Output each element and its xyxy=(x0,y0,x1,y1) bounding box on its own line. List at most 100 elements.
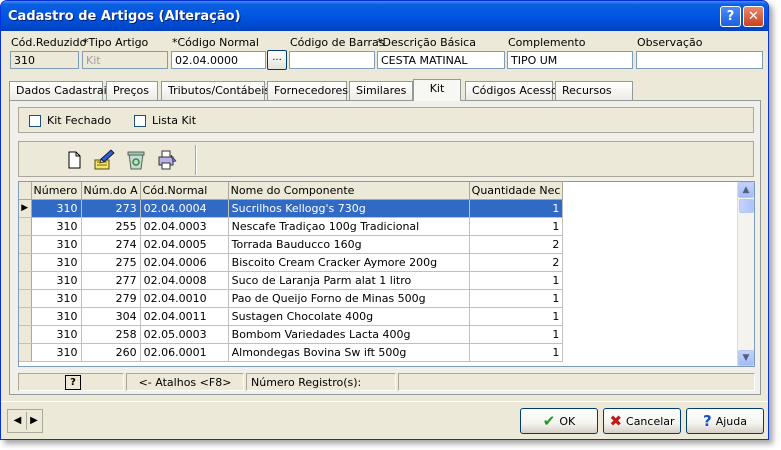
table-row[interactable]: 310 304 02.04.0011 Sustagen Chocolate 400g 1 xyxy=(19,307,564,326)
ok-button[interactable]: ✔ OK xyxy=(520,408,598,434)
cod-reduzido-field[interactable]: 310 xyxy=(10,51,79,69)
cell-nome-componente[interactable]: Torrada Bauducco 160g xyxy=(228,235,470,254)
cell-quantidade[interactable]: 1 xyxy=(469,325,564,344)
cell-cod-normal[interactable]: 02.06.0001 xyxy=(140,343,229,362)
help-title-button[interactable]: ? xyxy=(720,6,741,27)
table-row[interactable]: 310 255 02.04.0003 Nescafe Tradiçao 100g Tr… xyxy=(19,217,564,236)
cell-numero[interactable]: 310 xyxy=(31,343,82,362)
cell-nome-componente[interactable]: Bombom Variedades Lacta 400g xyxy=(228,325,470,344)
cell-cod-normal[interactable]: 02.04.0010 xyxy=(140,289,229,308)
column-header-num-do-a[interactable]: Núm.do A xyxy=(81,182,141,200)
cell-nome-componente[interactable]: Pao de Queijo Forno de Minas 500g xyxy=(228,289,470,308)
kit-components-grid[interactable]: Número Núm.do A Cód.Normal Nome do Compo… xyxy=(18,181,755,367)
cell-num-do-a[interactable]: 258 xyxy=(81,325,141,344)
row-indicator[interactable] xyxy=(19,325,32,344)
cell-numero[interactable]: 310 xyxy=(31,253,82,272)
table-row[interactable]: 310 279 02.04.0010 Pao de Queijo Forno de M… xyxy=(19,289,564,308)
row-indicator[interactable] xyxy=(19,289,32,308)
column-header-cod-normal[interactable]: Cód.Normal xyxy=(140,182,229,200)
cell-quantidade[interactable]: 1 xyxy=(469,199,564,218)
cell-num-do-a[interactable]: 273 xyxy=(81,199,141,218)
cancel-button[interactable]: ✖ Cancelar xyxy=(603,408,681,434)
cell-num-do-a[interactable]: 279 xyxy=(81,289,141,308)
cell-nome-componente[interactable]: Almondegas Bovina Sw ift 500g xyxy=(228,343,470,362)
row-indicator[interactable] xyxy=(19,217,32,236)
new-document-icon[interactable] xyxy=(61,147,87,173)
row-indicator[interactable]: ▶ xyxy=(19,199,32,218)
observacao-field[interactable] xyxy=(636,51,763,69)
cell-nome-componente[interactable]: Sustagen Chocolate 400g xyxy=(228,307,470,326)
codigo-normal-field[interactable]: 02.04.0000 xyxy=(171,51,266,69)
cell-numero[interactable]: 310 xyxy=(31,289,82,308)
cell-nome-componente[interactable]: Suco de Laranja Parm alat 1 litro xyxy=(228,271,470,290)
cell-cod-normal[interactable]: 02.04.0004 xyxy=(140,199,229,218)
column-header-numero[interactable]: Número xyxy=(31,182,82,200)
next-record-button[interactable]: ▶ xyxy=(26,412,41,430)
table-row[interactable]: ▶ 310 273 02.04.0004 Sucrilhos Kellogg's 730… xyxy=(19,199,564,218)
cell-nome-componente[interactable]: Sucrilhos Kellogg's 730g xyxy=(228,199,470,218)
recycle-bin-icon[interactable] xyxy=(123,147,149,173)
scroll-up-button[interactable]: ▲ xyxy=(738,182,754,198)
codigo-barras-field[interactable] xyxy=(289,51,375,69)
tab-kit[interactable]: Kit xyxy=(413,79,461,101)
row-indicator[interactable] xyxy=(19,343,32,362)
column-header-quantidade[interactable]: Quantidade Nec xyxy=(469,182,564,200)
kit-fechado-checkbox[interactable] xyxy=(29,115,41,127)
tab-tributos-contabeis[interactable]: Tributos/Contábeis xyxy=(161,81,270,100)
cell-cod-normal[interactable]: 02.04.0011 xyxy=(140,307,229,326)
tab-recursos[interactable]: Recursos xyxy=(555,81,633,100)
row-indicator[interactable] xyxy=(19,271,32,290)
table-row[interactable]: 310 274 02.04.0005 Torrada Bauducco 160g 2 xyxy=(19,235,564,254)
table-row[interactable]: 310 275 02.04.0006 Biscoito Cream Cracker A… xyxy=(19,253,564,272)
cell-numero[interactable]: 310 xyxy=(31,217,82,236)
row-indicator[interactable] xyxy=(19,253,32,272)
tab-fornecedores[interactable]: Fornecedores xyxy=(267,81,348,100)
cell-numero[interactable]: 310 xyxy=(31,307,82,326)
tab-codigos-acesso[interactable]: Códigos Acesso xyxy=(465,81,558,100)
status-help-button[interactable]: ? xyxy=(65,375,81,390)
grid-vertical-scrollbar[interactable]: ▲ ▼ xyxy=(737,182,754,366)
table-row[interactable]: 310 277 02.04.0008 Suco de Laranja Parm ala… xyxy=(19,271,564,290)
cell-quantidade[interactable]: 1 xyxy=(469,307,564,326)
column-header-nome-componente[interactable]: Nome do Componente xyxy=(228,182,470,200)
scroll-down-button[interactable]: ▼ xyxy=(738,350,754,366)
table-row[interactable]: 310 258 02.05.0003 Bombom Variedades Lacta … xyxy=(19,325,564,344)
tipo-artigo-field[interactable]: Kit xyxy=(82,51,168,69)
previous-record-button[interactable]: ◀ xyxy=(10,412,25,430)
cell-quantidade[interactable]: 1 xyxy=(469,343,564,362)
cell-quantidade[interactable]: 1 xyxy=(469,271,564,290)
codigo-normal-lookup-button[interactable]: ... xyxy=(267,50,287,70)
title-bar[interactable]: Cadastro de Artigos (Alteração) ? ✕ xyxy=(1,1,768,31)
complemento-field[interactable]: TIPO UM xyxy=(507,51,633,69)
cell-quantidade[interactable]: 2 xyxy=(469,235,564,254)
cell-numero[interactable]: 310 xyxy=(31,235,82,254)
row-indicator[interactable] xyxy=(19,235,32,254)
cell-numero[interactable]: 310 xyxy=(31,271,82,290)
lista-kit-checkbox[interactable] xyxy=(134,115,146,127)
cell-numero[interactable]: 310 xyxy=(31,325,82,344)
descricao-basica-field[interactable]: CESTA MATINAL xyxy=(377,51,505,69)
cell-num-do-a[interactable]: 255 xyxy=(81,217,141,236)
cell-nome-componente[interactable]: Nescafe Tradiçao 100g Tradicional xyxy=(228,217,470,236)
cell-nome-componente[interactable]: Biscoito Cream Cracker Aymore 200g xyxy=(228,253,470,272)
tab-dados-cadastrais[interactable]: Dados Cadastrais xyxy=(9,81,112,100)
cell-cod-normal[interactable]: 02.04.0006 xyxy=(140,253,229,272)
cell-cod-normal[interactable]: 02.05.0003 xyxy=(140,325,229,344)
tab-similares[interactable]: Similares xyxy=(349,81,413,100)
cell-num-do-a[interactable]: 274 xyxy=(81,235,141,254)
edit-icon[interactable] xyxy=(91,147,117,173)
cell-num-do-a[interactable]: 304 xyxy=(81,307,141,326)
cell-num-do-a[interactable]: 277 xyxy=(81,271,141,290)
cell-quantidade[interactable]: 1 xyxy=(469,289,564,308)
cell-numero[interactable]: 310 xyxy=(31,199,82,218)
cell-cod-normal[interactable]: 02.04.0008 xyxy=(140,271,229,290)
cell-quantidade[interactable]: 1 xyxy=(469,217,564,236)
scroll-thumb[interactable] xyxy=(739,199,754,213)
cell-cod-normal[interactable]: 02.04.0003 xyxy=(140,217,229,236)
table-row[interactable]: 310 260 02.06.0001 Almondegas Bovina Sw ift… xyxy=(19,343,564,362)
tab-precos[interactable]: Preços xyxy=(106,81,158,100)
row-indicator[interactable] xyxy=(19,307,32,326)
cell-num-do-a[interactable]: 275 xyxy=(81,253,141,272)
close-window-button[interactable]: ✕ xyxy=(743,6,764,27)
cell-cod-normal[interactable]: 02.04.0005 xyxy=(140,235,229,254)
